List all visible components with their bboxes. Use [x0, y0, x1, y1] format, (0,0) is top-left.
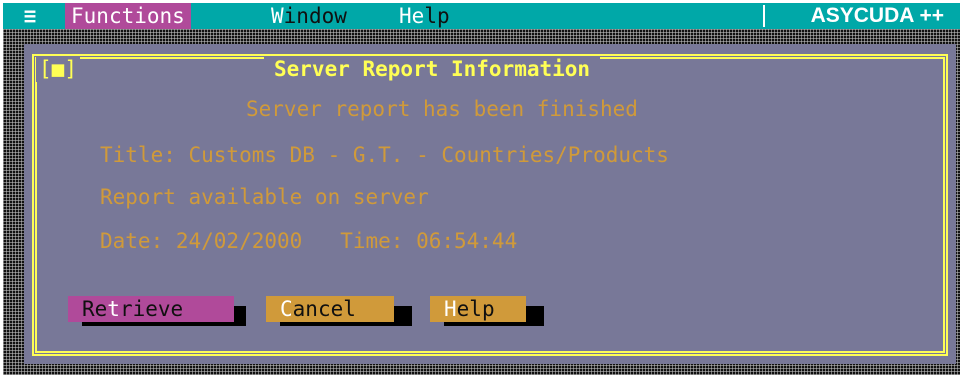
report-date-time: Date: 24/02/2000 Time: 06:54:44	[100, 229, 518, 253]
report-title-line: Title: Customs DB - G.T. - Countries/Pro…	[100, 143, 669, 167]
menu-functions-label: unctions	[83, 4, 185, 28]
report-availability: Report available on server	[100, 185, 429, 209]
dialog-title: Server Report Information	[264, 56, 601, 82]
retrieve-hotkey: t	[107, 297, 120, 321]
status-heading: Server report has been finished	[246, 97, 638, 121]
menu-help-label-start: H	[399, 4, 412, 28]
menu-bar: ≡ Functions Window Help ASYCUDA ++	[3, 3, 960, 29]
retrieve-button[interactable]: Retrieve	[68, 296, 234, 322]
menu-help[interactable]: Help	[393, 3, 456, 29]
menu-functions-hotkey: F	[71, 4, 84, 28]
app-brand: ASYCUDA ++	[810, 4, 944, 27]
cancel-hotkey: C	[280, 297, 293, 321]
help-hotkey: H	[444, 297, 457, 321]
menubar-separator	[763, 5, 765, 27]
cancel-label: ancel	[292, 297, 356, 321]
close-icon[interactable]: [■]	[36, 56, 80, 82]
retrieve-label-start: Re	[82, 297, 108, 321]
help-button[interactable]: Help	[430, 296, 526, 322]
help-label: elp	[456, 297, 495, 321]
menu-functions[interactable]: Functions	[65, 3, 191, 29]
system-menu-icon[interactable]: ≡	[13, 3, 47, 29]
server-report-dialog: [■] Server Report Information Server rep…	[24, 44, 956, 364]
cancel-button[interactable]: Cancel	[266, 296, 394, 322]
menu-window-label: indow	[283, 4, 347, 28]
menu-help-hotkey: e	[411, 4, 425, 28]
menu-help-label-end: lp	[424, 4, 450, 28]
menu-window[interactable]: Window	[265, 3, 353, 29]
retrieve-label-end: rieve	[119, 297, 184, 321]
menu-window-hotkey: W	[271, 4, 284, 28]
